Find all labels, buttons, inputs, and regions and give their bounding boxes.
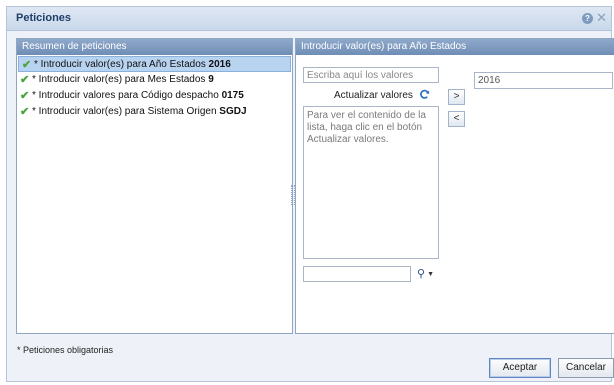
checkmark-icon: ✔ (20, 90, 30, 102)
refresh-icon (419, 89, 429, 99)
prompts-summary-header: Resumen de peticiones (17, 39, 292, 55)
prompt-value: 2016 (208, 59, 231, 70)
prompt-item-sistema-origen[interactable]: ✔ * Introducir valor(es) para Sistema Or… (17, 104, 292, 120)
prompt-label: * Introducir valores para Código despach… (32, 90, 222, 101)
dialog-title: Peticiones (16, 12, 72, 24)
prompt-values-panel: Introducir valor(es) para Año Estados Es… (295, 38, 614, 334)
remove-value-button[interactable]: < (448, 111, 465, 127)
prompts-summary-panel: Resumen de peticiones ✔ * Introducir val… (16, 38, 293, 334)
cancel-button[interactable]: Cancelar (558, 358, 614, 378)
binoculars-icon: ⚲ (417, 268, 426, 280)
prompt-label: * Introducir valor(es) para Mes Estados (32, 74, 209, 85)
chevron-down-icon: ▼ (427, 271, 434, 278)
refresh-values-label: Actualizar valores (334, 90, 413, 101)
prompt-value: 9 (208, 74, 214, 85)
help-icon[interactable]: ? (582, 13, 593, 24)
prompts-dialog: Peticiones ? ✕ Resumen de peticiones ✔ *… (6, 6, 614, 382)
selected-values-list[interactable]: 2016 (474, 72, 613, 89)
prompt-label: * Introducir valor(es) para Sistema Orig… (32, 106, 220, 117)
prompts-list: ✔ * Introducir valor(es) para Año Estado… (17, 55, 292, 120)
add-value-button[interactable]: > (448, 89, 465, 105)
prompt-item-mes-estados[interactable]: ✔ * Introducir valor(es) para Mes Estado… (17, 72, 292, 88)
close-icon[interactable]: ✕ (596, 10, 607, 26)
mandatory-footnote: * Peticiones obligatorias (17, 345, 114, 355)
prompt-item-ano-estados[interactable]: ✔ * Introducir valor(es) para Año Estado… (18, 56, 291, 72)
search-options[interactable]: ⚲ ▼ (417, 267, 434, 280)
prompt-item-codigo-despacho[interactable]: ✔ * Introducir valores para Código despa… (17, 88, 292, 104)
values-input[interactable]: Escriba aquí los valores (303, 67, 439, 83)
dialog-titlebar: Peticiones ? ✕ (7, 7, 611, 31)
refresh-values-link[interactable]: Actualizar valores (334, 89, 430, 101)
accept-button[interactable]: Aceptar (489, 358, 551, 378)
checkmark-icon: ✔ (20, 106, 30, 118)
prompt-label: * Introducir valor(es) para Año Estados (34, 59, 209, 70)
checkmark-icon: ✔ (20, 74, 30, 86)
prompt-value: 0175 (221, 90, 244, 101)
search-input[interactable] (303, 266, 411, 282)
checkmark-icon: ✔ (22, 59, 32, 71)
prompt-values-header: Introducir valor(es) para Año Estados (296, 39, 614, 55)
list-hint-text: Para ver el contenido de la lista, haga … (307, 110, 426, 145)
available-values-list[interactable]: Para ver el contenido de la lista, haga … (303, 106, 439, 259)
prompt-value: SGDJ (219, 106, 247, 117)
